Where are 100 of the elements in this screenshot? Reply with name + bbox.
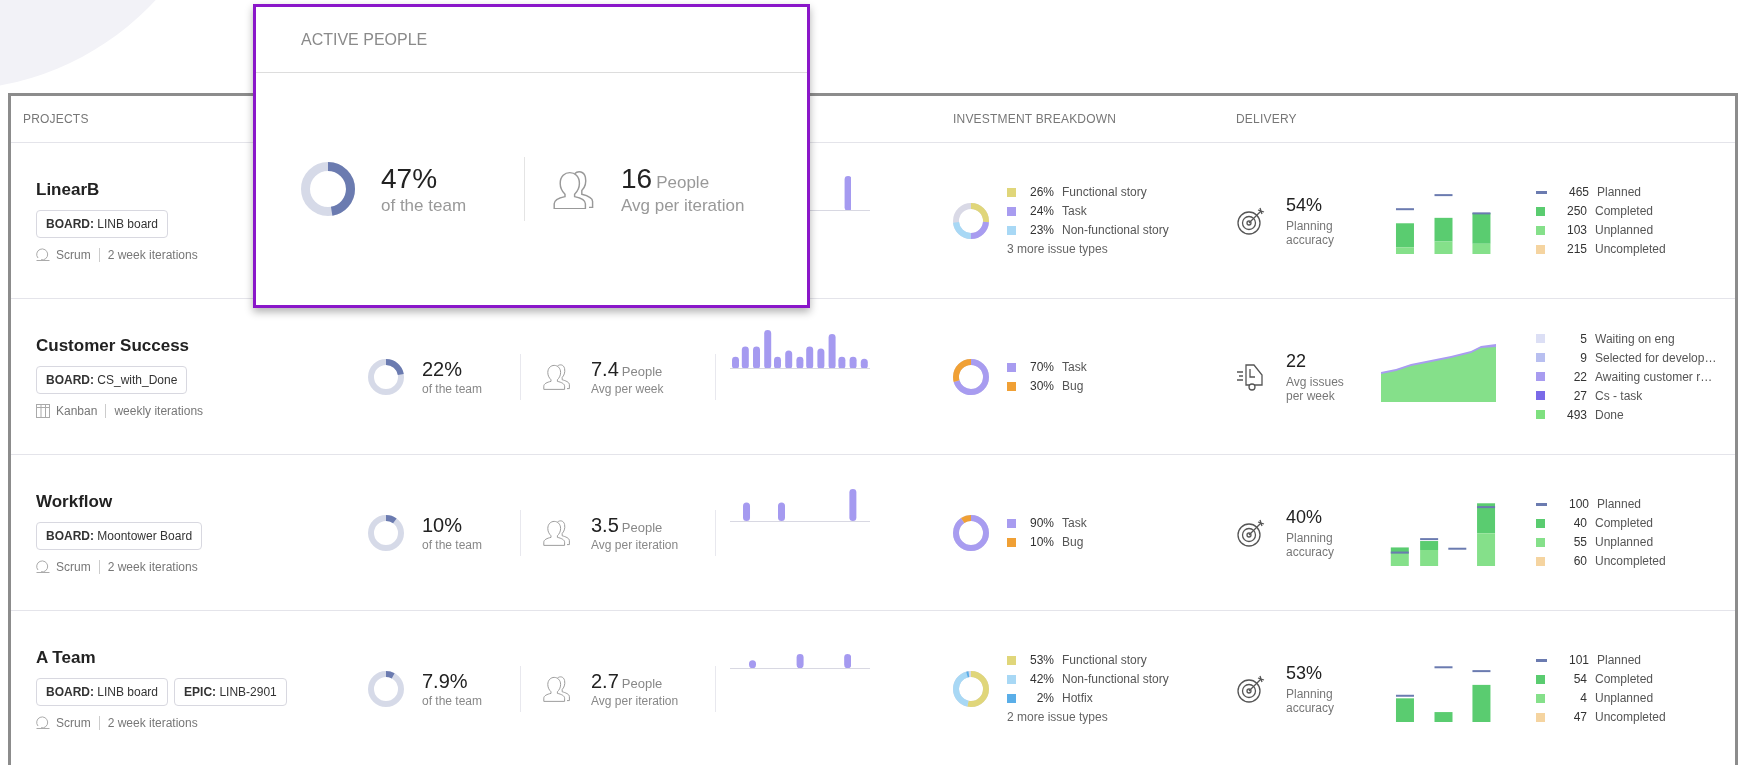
legend-count: 465 (1567, 185, 1589, 199)
legend-count: 103 (1565, 223, 1587, 237)
project-tag: BOARD: CS_with_Done (36, 365, 188, 394)
project-tag: EPIC: LINB-2901 (174, 677, 287, 706)
breakdown-donut (953, 514, 989, 551)
legend-label: Non-functional story (1062, 672, 1169, 686)
project-name[interactable]: A Team (36, 647, 333, 668)
legend-count: 101 (1567, 653, 1589, 667)
delivery-value: 22 (1286, 350, 1308, 372)
cadence-label: weekly iterations (114, 403, 204, 418)
legend-count: 100 (1567, 497, 1589, 511)
team-percent-label: of the team (422, 381, 483, 396)
project-name[interactable]: Customer Success (36, 335, 333, 356)
legend-label: Unplanned (1595, 691, 1654, 705)
methodology-label: Scrum (56, 715, 91, 730)
legend-label: Bug (1062, 379, 1084, 393)
progress-donut (368, 358, 404, 395)
legend-label: Functional story (1062, 653, 1147, 667)
legend-count: 215 (1565, 242, 1587, 256)
legend-count: 493 (1565, 407, 1587, 422)
legend-percent: 26% (1028, 185, 1054, 199)
people-average-label: Avg per iteration (591, 693, 679, 708)
delivery-value: 53% (1286, 662, 1324, 684)
legend-percent: 10% (1028, 535, 1054, 549)
legend-percent: 42% (1028, 672, 1054, 686)
breakdown-donut (953, 358, 989, 395)
methodology-label: Scrum (56, 559, 91, 574)
delivery-icon (1236, 361, 1266, 392)
legend-count: 250 (1565, 204, 1587, 218)
legend-label: Done (1595, 407, 1624, 422)
column-header: INVESTMENT BREAKDOWN (952, 112, 1118, 126)
legend-label: Task (1062, 204, 1087, 218)
legend-percent: 24% (1028, 204, 1054, 218)
team-percent-label: of the team (422, 693, 483, 708)
people-unit: People (621, 519, 663, 535)
legend-label: Unplanned (1595, 535, 1654, 549)
methodology-label: Scrum (56, 247, 91, 262)
legend-label: Hotfix (1062, 691, 1093, 705)
column-header: PROJECTS (22, 112, 90, 126)
more-issue-types-link[interactable]: 3 more issue types (1007, 242, 1169, 256)
popup-title: ACTIVE PEOPLE (301, 30, 428, 49)
legend-percent: 70% (1028, 360, 1054, 374)
more-issue-types-link[interactable]: 2 more issue types (1007, 710, 1169, 724)
loop-icon (36, 716, 50, 729)
legend-label: Uncompleted (1595, 242, 1666, 256)
legend-label: Planned (1597, 653, 1642, 667)
legend-label: Non-functional story (1062, 223, 1169, 237)
progress-donut (368, 670, 404, 707)
board-columns-icon (36, 403, 50, 418)
people-unit: People (621, 675, 663, 691)
legend-label: Task (1062, 516, 1087, 530)
legend-label: Completed (1595, 672, 1654, 686)
legend-label: Awaiting customer r… (1595, 369, 1713, 384)
progress-donut (301, 162, 355, 216)
legend-percent: 53% (1028, 653, 1054, 667)
legend-label: Planned (1597, 497, 1642, 511)
target-icon (1236, 517, 1266, 548)
legend-label: Selected for develop… (1595, 350, 1717, 365)
legend-label: Waiting on eng (1595, 331, 1675, 346)
target-icon (1236, 205, 1266, 236)
legend-label: Functional story (1062, 185, 1147, 199)
delivery-label: Avg issues per week (1286, 374, 1345, 403)
people-count: 3.5 (591, 513, 619, 536)
legend-count: 55 (1572, 535, 1587, 549)
legend-count: 4 (1579, 691, 1587, 705)
legend-label: Planned (1597, 185, 1642, 199)
team-percent: 10% (422, 513, 464, 537)
legend-percent: 90% (1028, 516, 1054, 530)
team-percent-label: of the team (381, 195, 467, 216)
team-percent: 22% (422, 357, 464, 381)
people-unit: People (656, 172, 710, 192)
people-count: 2.7 (591, 669, 619, 692)
breakdown-donut (953, 670, 989, 707)
cadence-label: 2 week iterations (107, 247, 198, 262)
people-count: 16 (621, 162, 653, 194)
legend-label: Task (1062, 360, 1087, 374)
legend-label: Completed (1595, 204, 1654, 218)
project-tag: BOARD: Moontower Board (36, 521, 203, 550)
people-average-label: Avg per week (591, 381, 664, 396)
legend-count: 27 (1572, 388, 1587, 403)
legend-count: 60 (1572, 554, 1587, 568)
legend-percent: 23% (1028, 223, 1054, 237)
delivery-value: 54% (1286, 194, 1324, 216)
team-percent: 47% (381, 162, 439, 195)
people-count: 7.4 (591, 357, 619, 380)
methodology-label: Kanban (56, 403, 98, 418)
legend-label: Uncompleted (1595, 710, 1666, 724)
people-unit: People (621, 363, 663, 379)
legend-label: Bug (1062, 535, 1084, 549)
legend-percent: 2% (1035, 691, 1054, 705)
project-tag: BOARD: LINB board (36, 209, 169, 238)
project-tag: BOARD: LINB board (36, 677, 169, 706)
legend-label: Completed (1595, 516, 1654, 530)
delivery-label: Planning accuracy (1286, 218, 1336, 247)
target-icon (1236, 673, 1266, 704)
legend-label: Uncompleted (1595, 554, 1666, 568)
project-name[interactable]: Workflow (36, 491, 333, 512)
cadence-label: 2 week iterations (107, 715, 198, 730)
legend-count: 9 (1579, 350, 1587, 365)
delivery-label: Planning accuracy (1286, 530, 1336, 559)
